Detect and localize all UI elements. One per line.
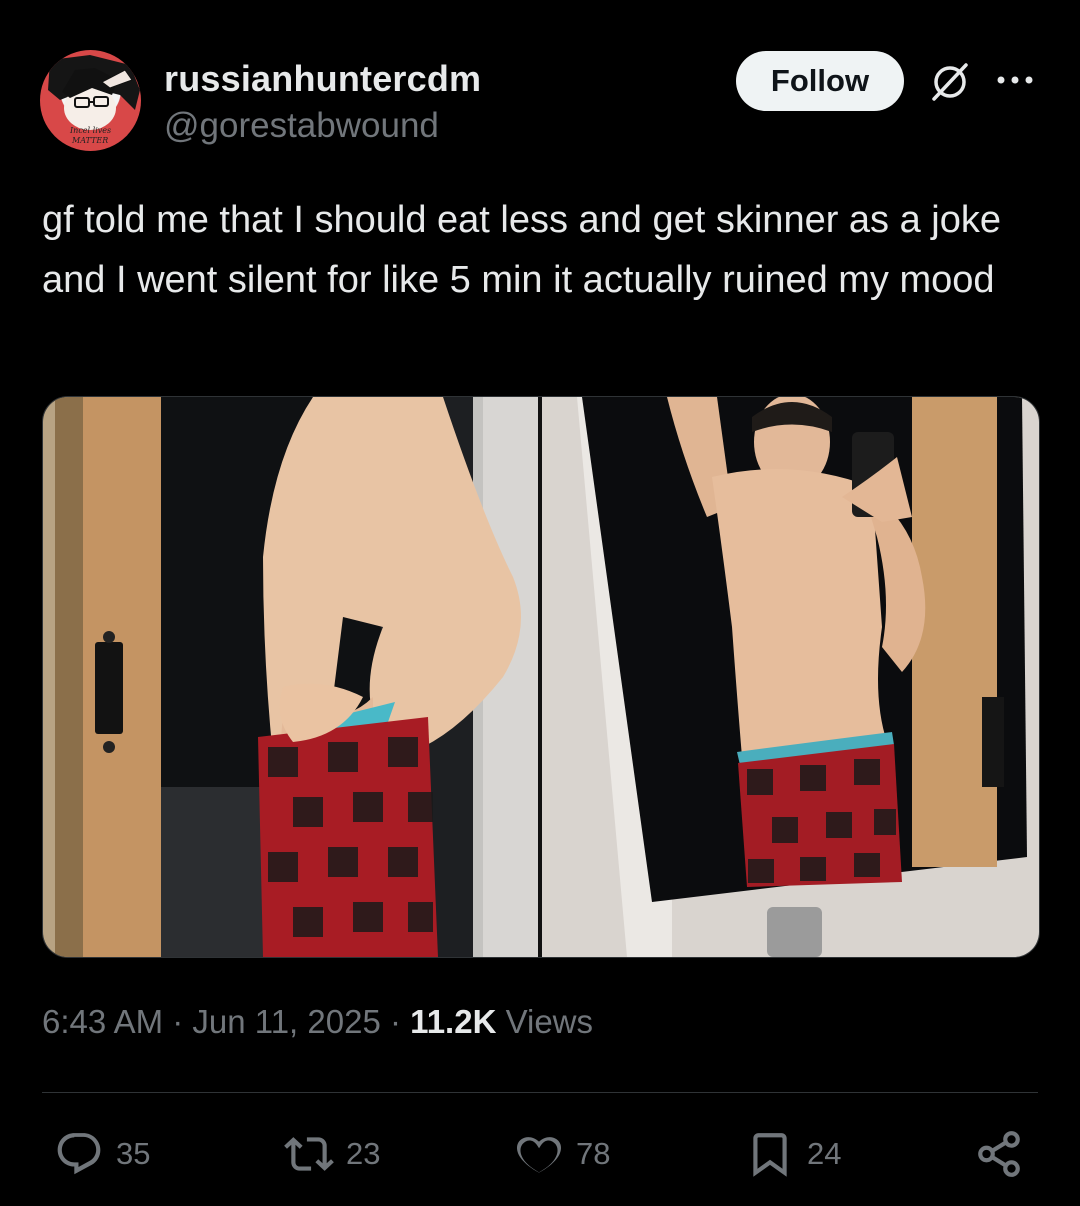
media-photo-right[interactable] xyxy=(542,397,1039,957)
tweet-time[interactable]: 6:43 AM xyxy=(42,1003,163,1040)
separator: · xyxy=(389,1003,401,1040)
timestamp-row: 6:43 AM · Jun 11, 2025 · 11.2K Views xyxy=(42,1003,593,1041)
reply-icon xyxy=(57,1133,101,1175)
grok-icon[interactable] xyxy=(928,60,972,104)
tweet-date[interactable]: Jun 11, 2025 xyxy=(192,1003,380,1040)
tweet-header: Incel lives MATTER russianhuntercdm @gor… xyxy=(40,48,1040,151)
like-button[interactable]: 78 xyxy=(514,1128,610,1180)
more-icon[interactable] xyxy=(995,70,1035,90)
avatar[interactable]: Incel lives MATTER xyxy=(40,50,141,151)
follow-button[interactable]: Follow xyxy=(736,51,904,111)
separator: · xyxy=(172,1003,184,1040)
views-count: 11.2K xyxy=(410,1003,497,1040)
share-button[interactable] xyxy=(974,1128,1036,1180)
tweet-text: gf told me that I should eat less and ge… xyxy=(42,199,1002,301)
views-label: Views xyxy=(505,1003,594,1040)
bookmark-icon xyxy=(753,1133,787,1177)
bookmark-count: 24 xyxy=(807,1136,842,1171)
repost-button[interactable]: 23 xyxy=(284,1128,380,1180)
display-name[interactable]: russianhuntercdm xyxy=(164,58,481,100)
avatar-caption-2: MATTER xyxy=(71,136,108,145)
tweet-media[interactable] xyxy=(42,396,1040,958)
like-count: 78 xyxy=(576,1136,611,1171)
reply-count: 35 xyxy=(116,1136,151,1171)
media-photo-left[interactable] xyxy=(43,397,538,957)
avatar-caption-1: Incel lives xyxy=(69,126,111,135)
repost-icon xyxy=(284,1137,334,1171)
reply-button[interactable]: 35 xyxy=(54,1128,150,1180)
divider xyxy=(42,1092,1038,1093)
like-icon xyxy=(516,1137,562,1173)
repost-count: 23 xyxy=(346,1136,381,1171)
bookmark-button[interactable]: 24 xyxy=(745,1128,841,1180)
user-handle[interactable]: @gorestabwound xyxy=(164,106,439,146)
share-icon xyxy=(978,1131,1020,1177)
